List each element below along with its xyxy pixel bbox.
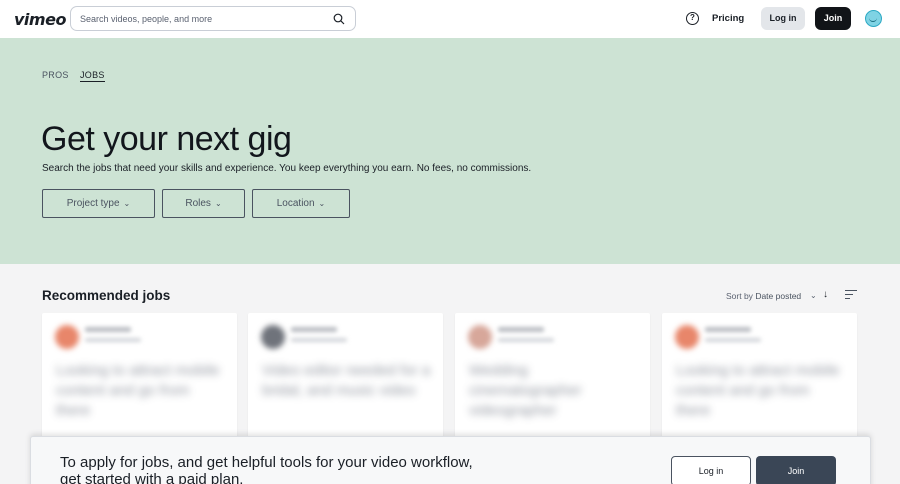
pricing-link[interactable]: Pricing xyxy=(712,13,744,24)
location-filter[interactable]: Location ⌄ xyxy=(252,189,350,218)
poster-avatar xyxy=(468,325,492,349)
banner-join-button[interactable]: Join xyxy=(756,456,836,484)
poster-meta-placeholder xyxy=(498,338,554,342)
search-icon[interactable] xyxy=(333,13,345,25)
job-card[interactable]: Wedding cinematographer videographer xyxy=(455,313,650,453)
job-card[interactable]: Looking to attract mobile content and go… xyxy=(42,313,237,453)
sort-dropdown[interactable]: Sort by Date posted xyxy=(726,291,801,301)
login-button[interactable]: Log in xyxy=(761,7,805,30)
poster-meta-placeholder xyxy=(705,338,761,342)
job-title: Looking to attract mobile content and go… xyxy=(56,362,220,419)
join-button[interactable]: Join xyxy=(815,7,851,30)
roles-filter[interactable]: Roles ⌄ xyxy=(162,189,245,218)
search-bar[interactable] xyxy=(70,6,356,31)
poster-meta-placeholder xyxy=(85,338,141,342)
sort-value: Date posted xyxy=(755,291,802,301)
chevron-down-icon[interactable]: ⌄ xyxy=(810,291,817,300)
sort-direction-icon[interactable]: ↓ xyxy=(823,289,828,300)
page-subtitle: Search the jobs that need your skills an… xyxy=(42,163,532,174)
filter-label: Project type xyxy=(66,198,120,209)
chevron-down-icon: ⌄ xyxy=(123,199,131,208)
tab-pros[interactable]: PROS xyxy=(42,70,69,80)
help-icon[interactable]: ? xyxy=(686,12,699,25)
poster-avatar xyxy=(675,325,699,349)
job-title: Wedding cinematographer videographer xyxy=(469,362,582,419)
poster-name-placeholder xyxy=(291,327,337,332)
vimeo-logo[interactable]: vimeo xyxy=(14,10,66,29)
search-input[interactable] xyxy=(80,11,330,27)
tab-jobs[interactable]: JOBS xyxy=(80,70,105,82)
job-title: Looking to attract mobile content and go… xyxy=(676,362,840,419)
job-card[interactable]: Looking to attract mobile content and go… xyxy=(662,313,857,453)
project-type-filter[interactable]: Project type ⌄ xyxy=(42,189,155,218)
job-title: Video editor needed for a bridal, and mu… xyxy=(262,362,431,399)
job-card[interactable]: Video editor needed for a bridal, and mu… xyxy=(248,313,443,453)
chevron-down-icon: ⌄ xyxy=(318,199,326,208)
recommended-jobs-heading: Recommended jobs xyxy=(42,288,171,303)
top-navbar: vimeo ? Pricing Log in Join xyxy=(0,0,900,38)
banner-login-button[interactable]: Log in xyxy=(671,456,751,484)
sort-label: Sort by xyxy=(726,291,753,301)
filter-label: Location xyxy=(276,198,315,209)
filter-lines-icon[interactable] xyxy=(845,290,857,300)
chevron-down-icon: ⌄ xyxy=(214,199,222,208)
page-title: Get your next gig xyxy=(41,120,292,158)
poster-avatar xyxy=(261,325,285,349)
signup-prompt-text: To apply for jobs, and get helpful tools… xyxy=(60,454,473,484)
signup-prompt-banner: To apply for jobs, and get helpful tools… xyxy=(30,436,871,484)
poster-name-placeholder xyxy=(498,327,544,332)
poster-avatar xyxy=(55,325,79,349)
poster-name-placeholder xyxy=(705,327,751,332)
filter-label: Roles xyxy=(185,198,211,209)
poster-name-placeholder xyxy=(85,327,131,332)
user-avatar-icon[interactable] xyxy=(865,10,882,27)
poster-meta-placeholder xyxy=(291,338,347,342)
hero-section: PROS JOBS Get your next gig Search the j… xyxy=(0,38,900,264)
